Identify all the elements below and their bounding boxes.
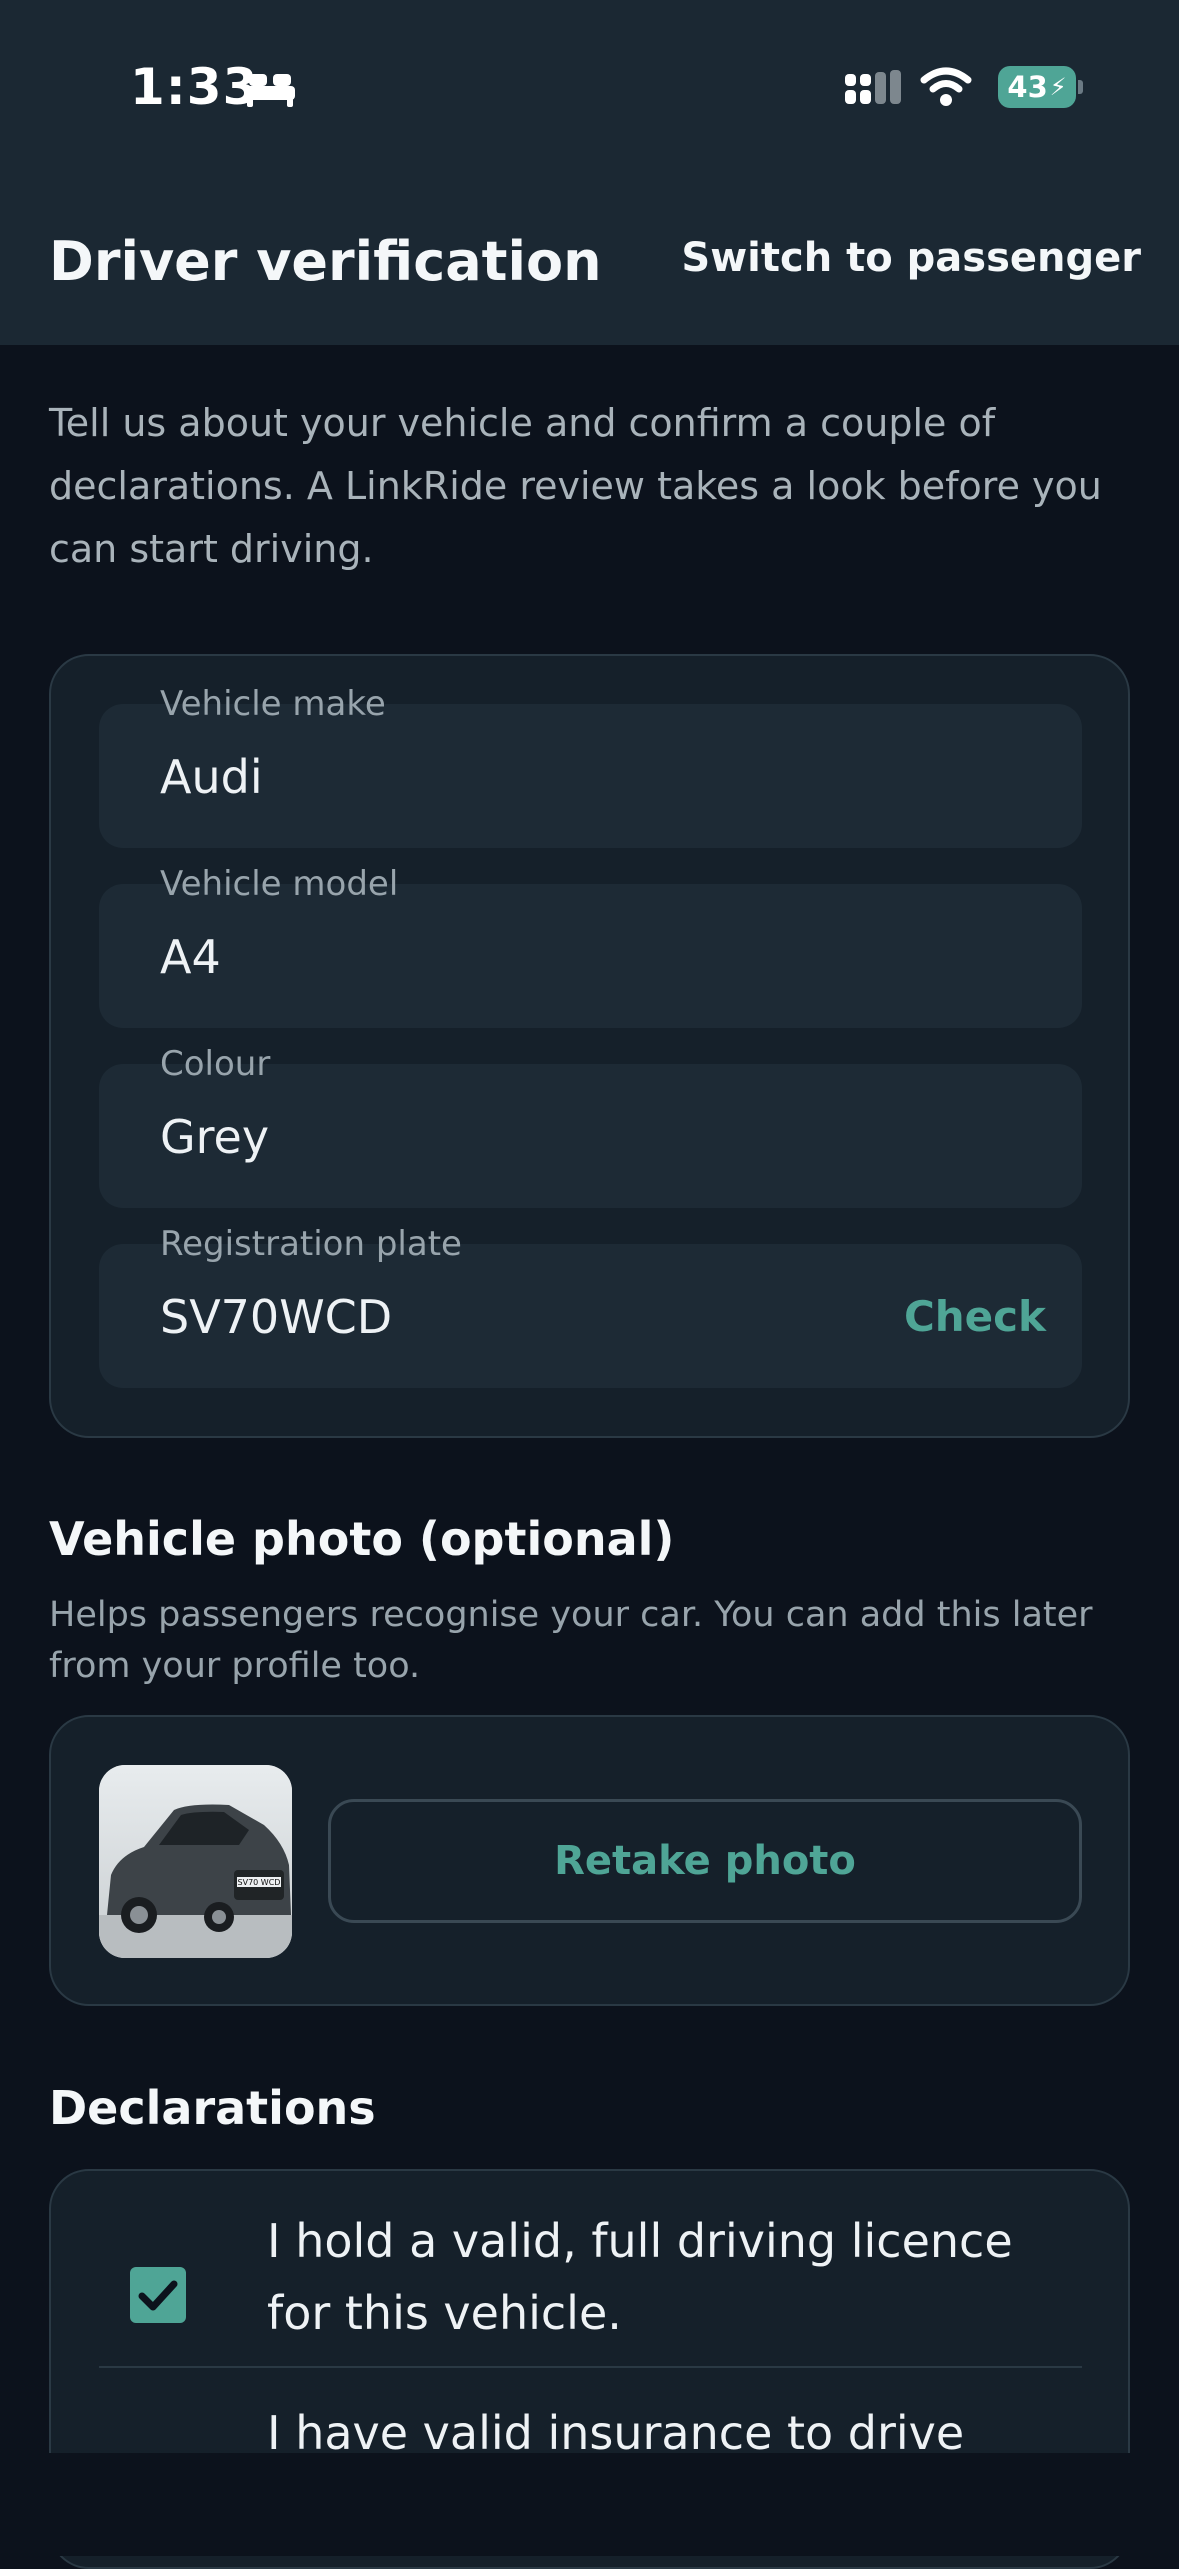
vehicle-make-value: Audi: [160, 750, 263, 804]
sleep-focus-icon: [245, 74, 295, 107]
checkmark-icon: [138, 2280, 178, 2311]
intro-text: Tell us about your vehicle and confirm a…: [49, 401, 1102, 571]
check-plate-button[interactable]: Check: [904, 1292, 1046, 1341]
car-photo-icon: SV70 WCD: [99, 1765, 292, 1958]
app-header: 1:33 43 ⚡ Driver verification Switch to p…: [0, 0, 1179, 345]
declaration-text: I hold a valid, full driving licence for…: [267, 2214, 1013, 2340]
cellular-signal-icon: [845, 70, 901, 104]
registration-plate-value: SV70WCD: [160, 1290, 393, 1344]
retake-photo-button[interactable]: Retake photo: [328, 1799, 1082, 1923]
wifi-icon: [920, 67, 972, 106]
declaration-row[interactable]: I hold a valid, full driving licence for…: [99, 2205, 1082, 2355]
declaration-divider: [99, 2366, 1082, 2368]
vehicle-model-label: Vehicle model: [160, 864, 399, 904]
vehicle-photo-card: SV70 WCD Retake photo: [49, 1715, 1130, 2006]
colour-label: Colour: [160, 1044, 271, 1084]
colour-value: Grey: [160, 1110, 270, 1164]
vehicle-details-card: Vehicle make Audi Vehicle model A4 Colou…: [49, 654, 1130, 1438]
switch-to-passenger-link[interactable]: Switch to passenger: [681, 235, 1141, 281]
vehicle-make-label: Vehicle make: [160, 684, 386, 724]
vehicle-model-value: A4: [160, 930, 221, 984]
vehicle-photo-subtitle: Helps passengers recognise your car. You…: [49, 1595, 1093, 1686]
battery-level: 43: [1007, 70, 1048, 104]
page-title: Driver verification: [49, 230, 602, 293]
vehicle-model-field[interactable]: Vehicle model A4: [99, 864, 1082, 1028]
declarations-title: Declarations: [49, 2081, 376, 2135]
status-time: 1:33: [130, 58, 259, 116]
declaration-checkbox[interactable]: [130, 2267, 186, 2323]
registration-plate-field[interactable]: Registration plate SV70WCD Check: [99, 1224, 1082, 1388]
car-plate-text: SV70 WCD: [238, 1878, 281, 1887]
bottom-safe-area: [0, 2453, 1179, 2556]
registration-plate-label: Registration plate: [160, 1224, 462, 1264]
vehicle-photo-title: Vehicle photo (optional): [49, 1512, 675, 1566]
vehicle-make-field[interactable]: Vehicle make Audi: [99, 684, 1082, 848]
colour-field[interactable]: Colour Grey: [99, 1044, 1082, 1208]
vehicle-photo-thumbnail[interactable]: SV70 WCD: [99, 1765, 292, 1958]
battery-icon: 43 ⚡: [998, 66, 1083, 108]
